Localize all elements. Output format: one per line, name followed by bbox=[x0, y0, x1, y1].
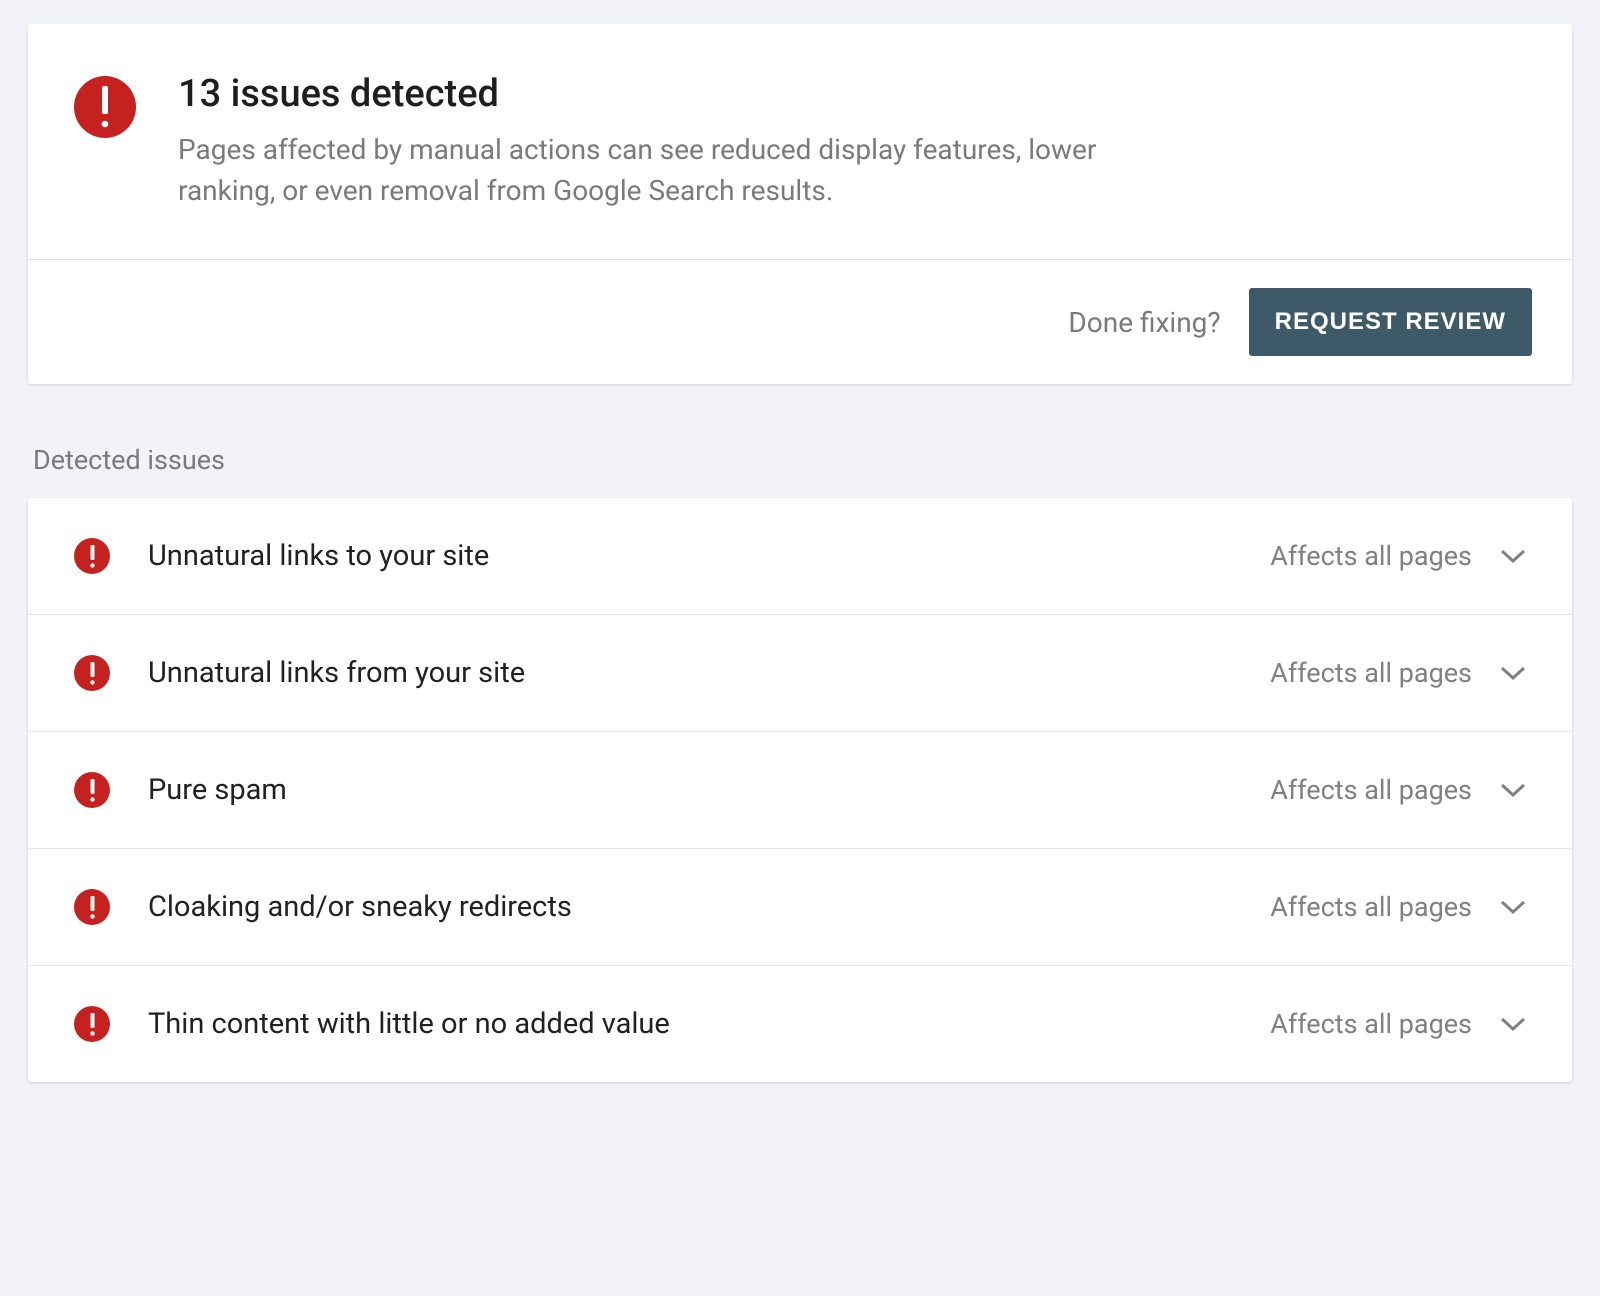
issue-affects-label: Affects all pages bbox=[1270, 657, 1472, 689]
chevron-down-icon bbox=[1500, 1016, 1526, 1032]
issue-title: Unnatural links to your site bbox=[148, 539, 1270, 573]
summary-actions: Done fixing? REQUEST REVIEW bbox=[28, 260, 1572, 384]
issue-title: Cloaking and/or sneaky redirects bbox=[148, 890, 1270, 924]
issue-row[interactable]: Unnatural links to your siteAffects all … bbox=[28, 498, 1572, 615]
request-review-button[interactable]: REQUEST REVIEW bbox=[1249, 288, 1532, 356]
issue-affects-label: Affects all pages bbox=[1270, 1008, 1472, 1040]
issue-title: Thin content with little or no added val… bbox=[148, 1007, 1270, 1041]
chevron-down-icon bbox=[1500, 665, 1526, 681]
summary-text: 13 issues detected Pages affected by man… bbox=[178, 72, 1178, 211]
chevron-down-icon bbox=[1500, 782, 1526, 798]
issue-row[interactable]: Thin content with little or no added val… bbox=[28, 966, 1572, 1082]
warning-icon bbox=[74, 1006, 110, 1042]
issue-affects-label: Affects all pages bbox=[1270, 891, 1472, 923]
issue-title: Pure spam bbox=[148, 773, 1270, 807]
chevron-down-icon bbox=[1500, 548, 1526, 564]
issues-list: Unnatural links to your siteAffects all … bbox=[28, 498, 1572, 1082]
issue-row[interactable]: Cloaking and/or sneaky redirectsAffects … bbox=[28, 849, 1572, 966]
issue-row[interactable]: Unnatural links from your siteAffects al… bbox=[28, 615, 1572, 732]
warning-icon bbox=[74, 772, 110, 808]
detected-issues-heading: Detected issues bbox=[28, 444, 1572, 476]
issue-row[interactable]: Pure spamAffects all pages bbox=[28, 732, 1572, 849]
summary-header: 13 issues detected Pages affected by man… bbox=[28, 24, 1572, 260]
issue-affects-label: Affects all pages bbox=[1270, 774, 1472, 806]
done-fixing-label: Done fixing? bbox=[1068, 306, 1220, 339]
chevron-down-icon bbox=[1500, 899, 1526, 915]
warning-icon bbox=[74, 655, 110, 691]
warning-icon bbox=[74, 538, 110, 574]
issue-title: Unnatural links from your site bbox=[148, 656, 1270, 690]
issue-affects-label: Affects all pages bbox=[1270, 540, 1472, 572]
warning-icon bbox=[74, 889, 110, 925]
summary-description: Pages affected by manual actions can see… bbox=[178, 130, 1178, 211]
issues-summary-card: 13 issues detected Pages affected by man… bbox=[28, 24, 1572, 384]
summary-title: 13 issues detected bbox=[178, 72, 1178, 116]
warning-icon bbox=[74, 76, 136, 138]
